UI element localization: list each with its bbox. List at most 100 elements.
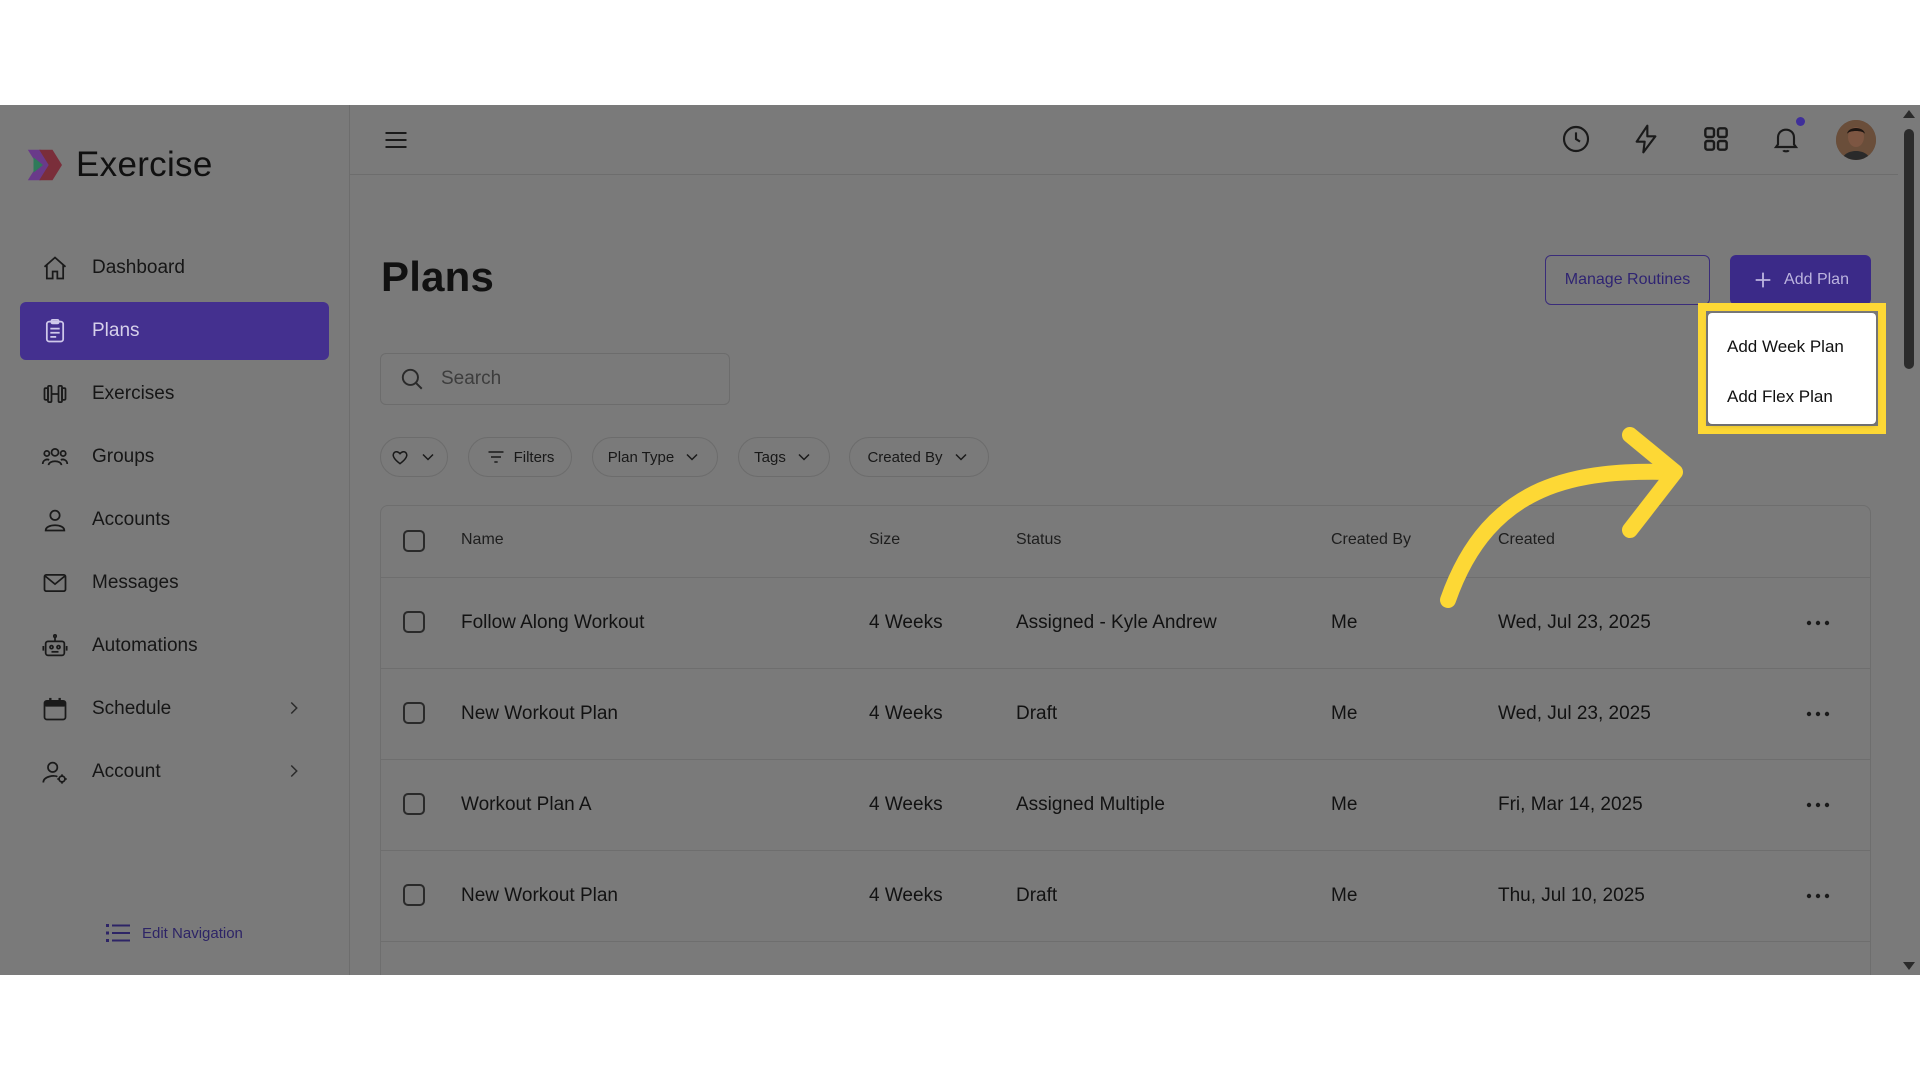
more-options-icon[interactable]	[1806, 892, 1830, 900]
plan-status: Draft	[1016, 703, 1058, 724]
scroll-down-icon[interactable]	[1903, 962, 1915, 970]
avatar[interactable]	[1836, 120, 1876, 160]
column-header-status[interactable]: Status	[1016, 531, 1061, 549]
select-all-checkbox[interactable]	[403, 530, 425, 552]
topbar	[350, 105, 1898, 175]
search-box[interactable]	[380, 353, 730, 405]
chevron-down-icon	[954, 453, 967, 461]
sidebar-item-accounts[interactable]: Accounts	[20, 491, 329, 549]
row-checkbox[interactable]	[403, 793, 425, 815]
created-by-label: Created By	[867, 448, 943, 466]
plan-created-by: Me	[1331, 885, 1358, 906]
row-checkbox[interactable]	[403, 884, 425, 906]
plan-type-label: Plan Type	[607, 448, 675, 466]
sidebar-nav: Dashboard Plans Exercises Groups Account…	[20, 239, 329, 806]
plan-size: 4 Weeks	[869, 885, 943, 906]
plan-name[interactable]: New Workout Plan	[461, 885, 618, 907]
plan-size: 4 Weeks	[869, 612, 943, 633]
sidebar-item-plans[interactable]: Plans	[20, 302, 329, 360]
list-icon	[106, 924, 130, 942]
scrollbar-thumb[interactable]	[1904, 129, 1914, 369]
add-flex-plan-option[interactable]: Add Flex Plan	[1727, 387, 1833, 407]
tags-label: Tags	[754, 448, 786, 466]
calendar-icon	[40, 694, 70, 724]
plus-icon	[1755, 272, 1771, 288]
app-window: Exercise Dashboard Plans Exercises Group…	[0, 105, 1920, 975]
created-by-filter[interactable]: Created By	[849, 437, 989, 477]
row-checkbox[interactable]	[403, 611, 425, 633]
chevron-right-icon	[290, 701, 298, 715]
add-plan-dropdown: Add Week Plan Add Flex Plan	[1708, 313, 1876, 424]
chevron-down-icon	[686, 453, 698, 461]
plan-type-filter[interactable]: Plan Type	[592, 437, 718, 477]
column-header-name[interactable]: Name	[461, 531, 504, 549]
plan-created: Wed, Jul 23, 2025	[1498, 703, 1651, 724]
add-plan-button[interactable]: Add Plan	[1730, 255, 1871, 305]
plan-status: Assigned Multiple	[1016, 794, 1165, 815]
sidebar-item-label: Plans	[92, 320, 140, 341]
column-header-created-by[interactable]: Created By	[1331, 531, 1411, 549]
exercise-logo-icon	[27, 149, 62, 181]
more-options-icon[interactable]	[1806, 710, 1830, 718]
table-row[interactable]: New Workout Plan 4 Weeks Draft Me Wed, J…	[381, 669, 1870, 760]
plan-size: 4 Weeks	[869, 703, 943, 724]
favorites-filter[interactable]	[380, 437, 448, 477]
tags-filter[interactable]: Tags	[738, 437, 830, 477]
heart-icon	[392, 450, 408, 465]
plan-name[interactable]: Follow Along Workout	[461, 612, 644, 634]
filter-lines-icon	[488, 451, 504, 463]
sidebar-item-account[interactable]: Account	[20, 743, 329, 801]
sidebar-item-label: Exercises	[92, 383, 175, 404]
menu-icon[interactable]	[382, 126, 410, 154]
sidebar-item-label: Dashboard	[92, 257, 185, 278]
brand[interactable]: Exercise	[24, 145, 213, 185]
notification-dot	[1796, 117, 1805, 126]
dumbbell-icon	[40, 379, 70, 409]
plan-name[interactable]: Workout Plan A	[461, 794, 592, 816]
more-options-icon[interactable]	[1806, 619, 1830, 627]
sidebar: Exercise Dashboard Plans Exercises Group…	[0, 105, 350, 975]
table-row[interactable]: New Workout Plan 4 Weeks Draft Me Thu, J…	[381, 851, 1870, 942]
sidebar-item-messages[interactable]: Messages	[20, 554, 329, 612]
plan-created-by: Me	[1331, 794, 1358, 815]
history-icon[interactable]	[1560, 123, 1592, 155]
sidebar-item-dashboard[interactable]: Dashboard	[20, 239, 329, 297]
sidebar-item-schedule[interactable]: Schedule	[20, 680, 329, 738]
bell-icon[interactable]	[1770, 123, 1802, 155]
chevron-right-icon	[290, 764, 298, 778]
plan-created: Fri, Mar 14, 2025	[1498, 794, 1643, 815]
page-title: Plans	[381, 253, 495, 300]
sidebar-item-groups[interactable]: Groups	[20, 428, 329, 486]
filters-button[interactable]: Filters	[468, 437, 572, 477]
sidebar-item-exercises[interactable]: Exercises	[20, 365, 329, 423]
sidebar-item-label: Accounts	[92, 509, 171, 530]
plan-name[interactable]: New Workout Plan	[461, 703, 618, 725]
edit-navigation-link[interactable]: Edit Navigation	[106, 922, 243, 944]
more-options-icon[interactable]	[1806, 801, 1830, 809]
users-icon	[40, 442, 70, 472]
scroll-up-icon[interactable]	[1903, 110, 1915, 118]
chevron-down-icon	[798, 453, 810, 461]
table-row[interactable]: Workout Plan A 4 Weeks Assigned Multiple…	[381, 760, 1870, 851]
home-icon	[40, 253, 70, 283]
brand-name: Exercise	[76, 145, 213, 184]
plan-status: Assigned - Kyle Andrew	[1016, 612, 1217, 633]
manage-routines-button[interactable]: Manage Routines	[1545, 255, 1710, 305]
column-header-size[interactable]: Size	[869, 531, 900, 549]
sidebar-item-automations[interactable]: Automations	[20, 617, 329, 675]
sidebar-item-label: Account	[92, 761, 161, 782]
sidebar-item-label: Schedule	[92, 698, 172, 719]
user-gear-icon	[40, 757, 70, 787]
plan-status: Draft	[1016, 885, 1058, 906]
table-row[interactable]	[381, 942, 1870, 975]
annotation-arrow	[1440, 427, 1683, 608]
row-checkbox[interactable]	[403, 702, 425, 724]
edit-navigation-label: Edit Navigation	[142, 924, 243, 942]
apps-grid-icon[interactable]	[1700, 123, 1732, 155]
add-week-plan-option[interactable]: Add Week Plan	[1727, 337, 1844, 357]
search-input[interactable]	[439, 367, 713, 391]
vertical-scrollbar[interactable]	[1898, 105, 1920, 975]
clipboard-icon	[40, 316, 70, 346]
bolt-icon[interactable]	[1630, 123, 1662, 155]
sidebar-item-label: Automations	[92, 635, 198, 656]
